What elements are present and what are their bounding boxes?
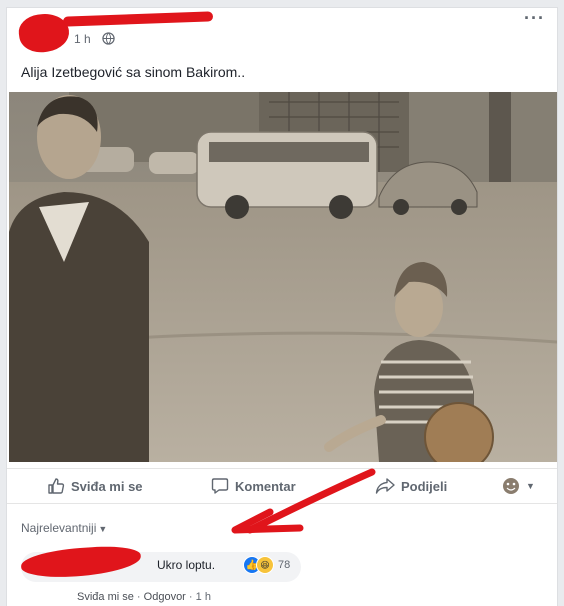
post-time[interactable]: 1 h	[74, 32, 91, 46]
haha-reaction-icon: 😆	[256, 556, 274, 574]
share-label: Podijeli	[401, 478, 448, 494]
caret-down-icon: ▼	[98, 524, 108, 534]
post-header: 1 h ···	[7, 8, 557, 58]
comment-time[interactable]: 1 h	[196, 591, 211, 603]
share-button[interactable]: Podijeli	[375, 477, 447, 495]
comment-text: Ukro loptu.	[157, 558, 216, 572]
reaction-audience-selector[interactable]: ▼	[502, 477, 535, 495]
separator: ·	[136, 591, 141, 603]
like-label: Sviđa mi se	[71, 478, 143, 494]
more-options-icon[interactable]: ···	[524, 8, 545, 29]
post-action-bar: Sviđa mi se Komentar Podijeli ▼	[7, 468, 557, 504]
separator: ·	[188, 591, 193, 603]
comment-label: Komentar	[235, 478, 296, 494]
thumbs-up-icon	[48, 478, 65, 494]
share-icon	[375, 478, 395, 494]
comment-icon	[211, 478, 229, 494]
post-photo[interactable]	[9, 92, 557, 462]
post-text: Alija Izetbegović sa sinom Bakirom..	[21, 64, 246, 80]
chevron-down-icon: ▼	[526, 481, 535, 491]
like-button[interactable]: Sviđa mi se	[47, 477, 143, 495]
author-name-redaction	[62, 11, 214, 27]
comment-sort-dropdown[interactable]: Najrelevantniji ▼	[21, 521, 107, 535]
comment-actions: Sviđa mi se · Odgovor · 1 h	[77, 591, 211, 603]
comment-reactions[interactable]: 👍 😆 78	[243, 556, 290, 574]
globe-icon	[102, 32, 115, 45]
photo-illustration	[9, 92, 557, 462]
emoji-icon	[503, 478, 519, 494]
reaction-count: 78	[278, 559, 291, 571]
post-card: 1 h ··· Alija Izetbegović sa sinom Bakir…	[6, 7, 558, 606]
comment-button[interactable]: Komentar	[211, 477, 296, 495]
comment-like-link[interactable]: Sviđa mi se	[77, 591, 134, 603]
comment-reply-link[interactable]: Odgovor	[144, 591, 186, 603]
sort-label: Najrelevantniji	[21, 521, 97, 535]
